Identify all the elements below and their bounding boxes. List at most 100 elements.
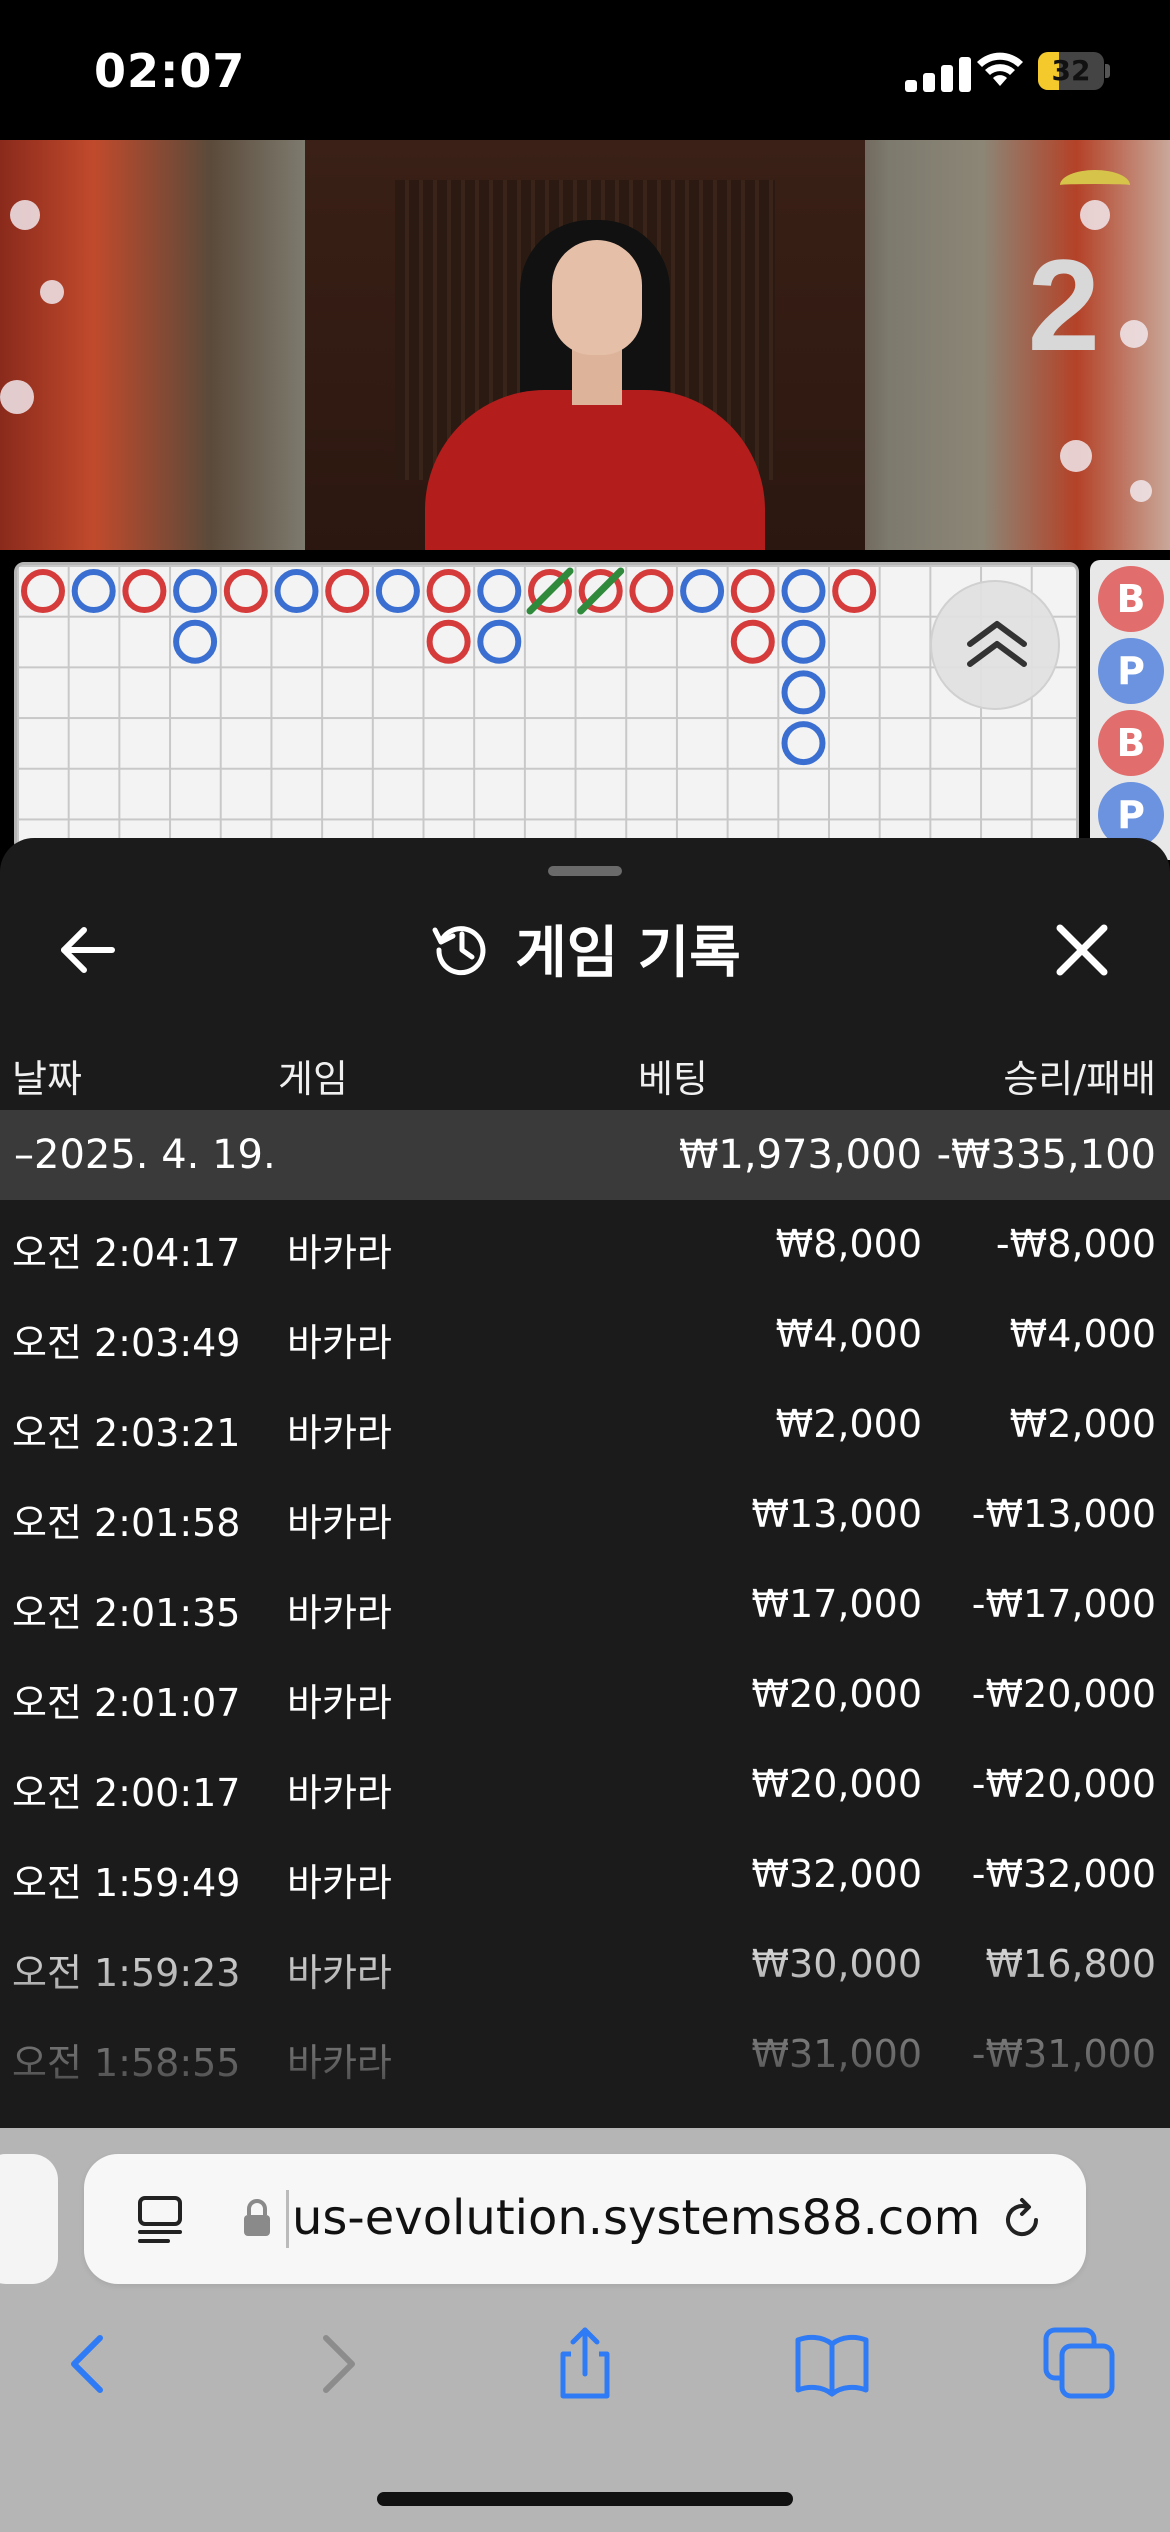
row-result: -₩31,000 — [971, 2032, 1156, 2076]
wifi-icon — [977, 52, 1023, 86]
bead-road-strip: B P B P — [1090, 560, 1170, 860]
row-game: 바카라 — [287, 2041, 392, 2085]
shoe-count: 2 — [1027, 232, 1100, 378]
row-time: 오전 2:00:17 — [12, 1771, 241, 1815]
history-row[interactable]: 오전 2:03:21 바카라 ₩2,000 ₩2,000 — [0, 1380, 1170, 1470]
row-bet: ₩32,000 — [751, 1852, 922, 1896]
column-header-bet: 베팅 — [638, 1057, 708, 1101]
player-mark — [375, 569, 420, 613]
row-result: -₩32,000 — [971, 1852, 1156, 1896]
address-bar[interactable]: us-evolution.systems88.com — [84, 2154, 1086, 2284]
history-row[interactable]: 오전 2:01:58 바카라 ₩13,000 -₩13,000 — [0, 1470, 1170, 1560]
row-result: -₩17,000 — [971, 1582, 1156, 1626]
row-bet: ₩20,000 — [751, 1672, 922, 1716]
banker-mark — [730, 569, 775, 613]
day-date: –2025. 4. 19. — [14, 1132, 276, 1178]
row-game: 바카라 — [287, 1681, 392, 1725]
player-mark — [477, 619, 522, 664]
history-row[interactable]: 오전 2:01:35 바카라 ₩17,000 -₩17,000 — [0, 1560, 1170, 1650]
roadmap-grid[interactable] — [14, 562, 1079, 852]
cellular-signal-icon — [905, 56, 971, 92]
row-result: -₩20,000 — [971, 1672, 1156, 1716]
live-dealer-video[interactable]: 2 — [0, 140, 1170, 550]
row-time: 오전 1:59:49 — [12, 1861, 241, 1905]
battery-icon: 32 — [1038, 52, 1110, 90]
double-chevron-up-icon — [967, 621, 1027, 667]
battery-percent: 32 — [1051, 54, 1091, 87]
row-bet: ₩30,000 — [751, 1942, 922, 1986]
history-row[interactable]: 오전 2:03:49 바카라 ₩4,000 ₩4,000 — [0, 1290, 1170, 1380]
history-row[interactable]: 오전 1:58:55 바카라 ₩31,000 -₩31,000 — [0, 2010, 1170, 2100]
history-row[interactable]: 오전 1:59:49 바카라 ₩32,000 -₩32,000 — [0, 1830, 1170, 1920]
history-row[interactable]: 오전 2:01:07 바카라 ₩20,000 -₩20,000 — [0, 1650, 1170, 1740]
home-indicator — [377, 2492, 793, 2506]
sheet-grabber[interactable] — [548, 866, 622, 876]
row-game: 바카라 — [287, 1591, 392, 1635]
banker-mark — [426, 619, 471, 664]
player-mark — [781, 721, 826, 766]
player-mark — [71, 569, 116, 613]
bead-road-item: B — [1098, 566, 1164, 632]
close-button[interactable] — [1040, 908, 1124, 992]
day-result-total: -₩335,100 — [936, 1132, 1156, 1178]
player-mark — [781, 569, 826, 613]
row-time: 오전 2:01:07 — [12, 1681, 241, 1725]
forward-nav-icon[interactable] — [298, 2324, 378, 2404]
reload-icon[interactable] — [996, 2194, 1048, 2246]
row-game: 바카라 — [287, 1411, 392, 1455]
row-time: 오전 2:03:21 — [12, 1411, 241, 1455]
day-bet-total: ₩1,973,000 — [678, 1132, 922, 1178]
player-mark — [781, 670, 826, 715]
roadmap-marks — [21, 567, 877, 766]
dealer-face — [552, 240, 642, 355]
banker-mark — [832, 569, 877, 613]
expand-roadmap-button[interactable] — [930, 580, 1060, 710]
column-header-result: 승리/패배 — [1003, 1057, 1156, 1101]
back-nav-icon[interactable] — [48, 2324, 128, 2404]
row-time: 오전 2:01:35 — [12, 1591, 241, 1635]
row-bet: ₩13,000 — [751, 1492, 922, 1536]
history-row[interactable]: 오전 2:00:17 바카라 ₩20,000 -₩20,000 — [0, 1740, 1170, 1830]
url-text[interactable]: us-evolution.systems88.com — [292, 2190, 980, 2246]
row-time: 오전 1:58:55 — [12, 2041, 241, 2085]
browser-chrome: us-evolution.systems88.com — [0, 2128, 1170, 2532]
player-mark — [680, 569, 725, 613]
banker-mark — [730, 619, 775, 664]
row-game: 바카라 — [287, 1321, 392, 1365]
player-mark — [274, 569, 319, 613]
row-time: 오전 2:03:49 — [12, 1321, 241, 1365]
row-game: 바카라 — [287, 1771, 392, 1815]
status-time: 02:07 — [94, 44, 246, 98]
row-result: -₩13,000 — [971, 1492, 1156, 1536]
row-game: 바카라 — [287, 1951, 392, 1995]
tabs-icon[interactable] — [1040, 2324, 1120, 2404]
row-bet: ₩31,000 — [751, 2032, 922, 2076]
row-bet: ₩2,000 — [775, 1402, 922, 1446]
row-time: 오전 1:59:23 — [12, 1951, 241, 1995]
bookmarks-icon[interactable] — [792, 2324, 872, 2404]
row-game: 바카라 — [287, 1501, 392, 1545]
day-summary-row[interactable]: –2025. 4. 19. ₩1,973,000 -₩335,100 — [0, 1110, 1170, 1200]
row-result: -₩8,000 — [995, 1222, 1156, 1266]
previous-tab-peek[interactable] — [0, 2154, 58, 2284]
player-mark — [173, 619, 218, 664]
share-icon[interactable] — [545, 2324, 625, 2404]
page-menu-icon[interactable] — [134, 2192, 188, 2246]
row-bet: ₩17,000 — [751, 1582, 922, 1626]
row-game: 바카라 — [287, 1861, 392, 1905]
url-cursor — [286, 2190, 289, 2248]
row-bet: ₩20,000 — [751, 1762, 922, 1806]
player-mark — [781, 619, 826, 664]
row-bet: ₩4,000 — [775, 1312, 922, 1356]
row-bet: ₩8,000 — [775, 1222, 922, 1266]
lock-icon — [244, 2199, 270, 2236]
close-icon — [1056, 924, 1108, 976]
status-bar: 02:07 32 — [0, 0, 1170, 140]
bead-road-item: P — [1098, 638, 1164, 704]
game-history-sheet: 게임 기록 날짜 게임 베팅 승리/패배 –2025. 4. 19. ₩1,97… — [0, 838, 1170, 2128]
history-row[interactable]: 오전 1:59:23 바카라 ₩30,000 ₩16,800 — [0, 1920, 1170, 2010]
history-icon — [432, 926, 486, 976]
row-game: 바카라 — [287, 1231, 392, 1275]
history-row[interactable]: 오전 2:04:17 바카라 ₩8,000 -₩8,000 — [0, 1200, 1170, 1290]
banker-mark — [325, 569, 370, 613]
